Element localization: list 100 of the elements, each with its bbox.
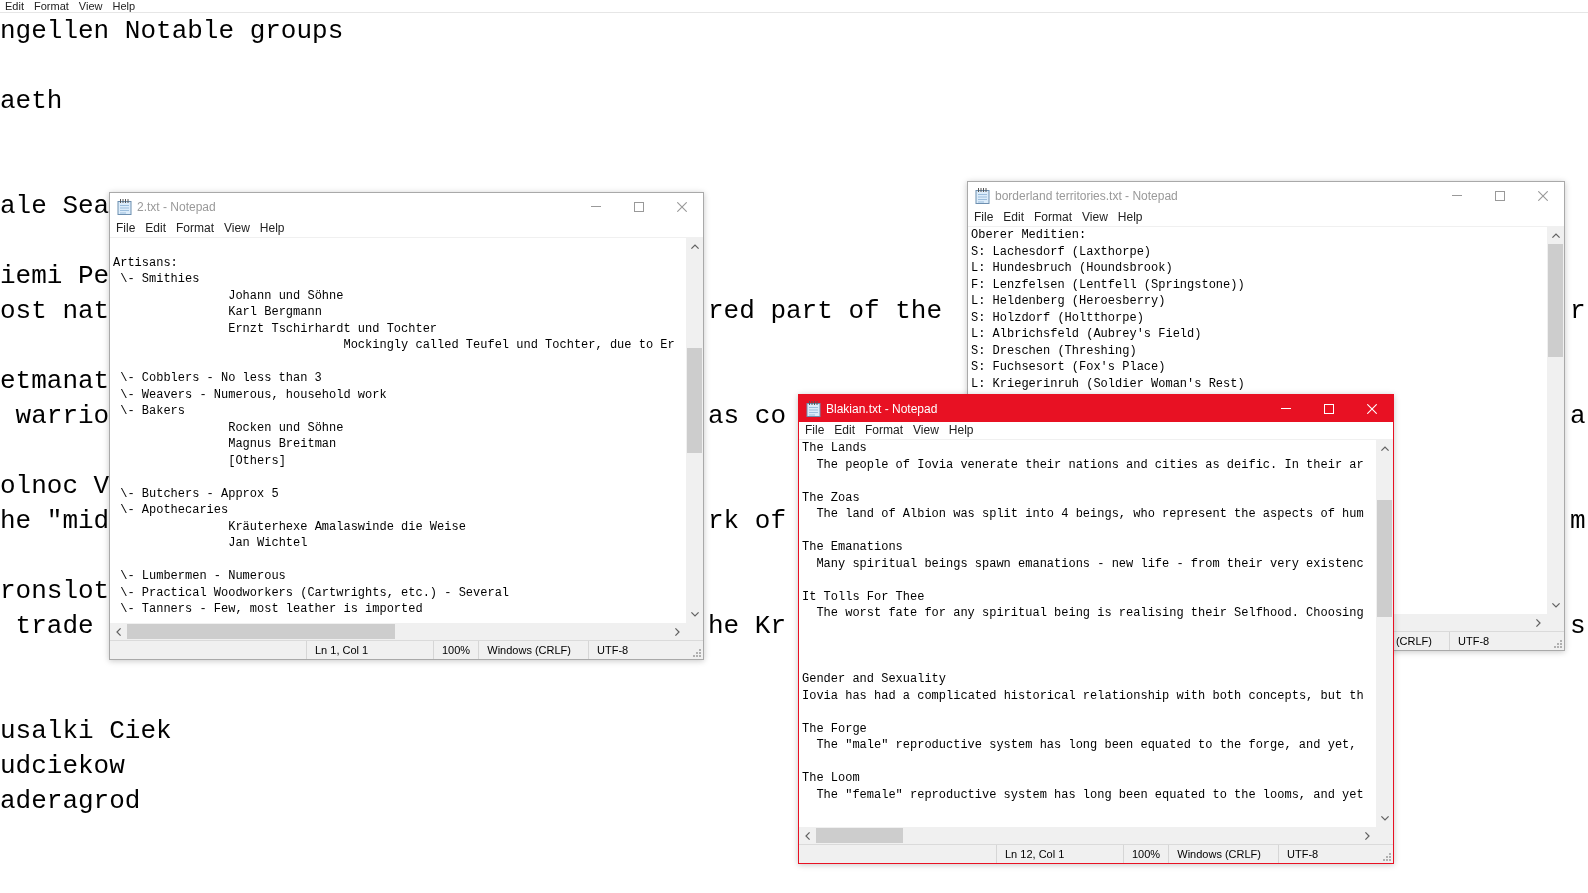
- text-line: as co: [708, 400, 786, 433]
- menu-item[interactable]: Format: [28, 0, 74, 12]
- text-line: The "male" reproductive system has long been equated to the forge, and yet,: [816, 737, 1357, 754]
- text-line: olnoc V: [0, 470, 110, 503]
- text-line: aderagrod: [0, 785, 141, 818]
- menu-item[interactable]: Format: [860, 422, 909, 439]
- text-line: Kräuterhexe Amalaswinde die Weise: [228, 518, 466, 535]
- text-line: iemi Pe: [0, 260, 110, 293]
- text-line: he Kr: [708, 610, 786, 643]
- text-line: \- Apothecaries: [120, 502, 229, 519]
- resize-grip-icon: [1554, 640, 1562, 648]
- chevron-up-icon: [1551, 233, 1560, 238]
- menu-item[interactable]: View: [1077, 209, 1113, 226]
- close-icon: [676, 201, 687, 212]
- text-line: \- Lumbermen - Numerous: [120, 568, 286, 585]
- text-line: S: Lachesdorf (Laxthorpe): [971, 243, 1152, 260]
- minimize-icon: [590, 206, 601, 207]
- text-line: The Emanations: [802, 539, 903, 556]
- text-line: F: Lenzfelsen (Lentfell (Springstone)): [971, 276, 1245, 293]
- status-text: 100%: [442, 644, 471, 656]
- text-line: \- Practical Woodworkers (Cartwrights, etc.) - Several: [120, 584, 510, 601]
- text-line: Gender and Sexuality: [802, 671, 947, 688]
- text-line: a: [1570, 400, 1586, 433]
- menu-item[interactable]: Help: [943, 422, 979, 439]
- status-text: UTF-8: [1458, 635, 1490, 647]
- scroll-thumb[interactable]: [816, 828, 903, 843]
- text-line: etmanat: [0, 365, 110, 398]
- text-line: The Forge: [802, 720, 867, 737]
- maximize-icon: [1323, 403, 1334, 414]
- text-line: red part of the: [708, 295, 943, 328]
- menu-item[interactable]: View: [908, 422, 944, 439]
- menu-item[interactable]: Help: [1112, 209, 1148, 226]
- text-line: It Tolls For Thee: [802, 588, 925, 605]
- menu-item[interactable]: File: [800, 422, 830, 439]
- text-line: trade: [14, 610, 94, 643]
- text-line: L: Hundesbruch (Houndsbrook): [971, 260, 1173, 277]
- text-line: s: [1570, 610, 1586, 643]
- text-line: \- Smithies: [120, 271, 200, 288]
- text-line: L: Heldenberg (Heroesberry): [971, 293, 1166, 310]
- chevron-up-icon: [690, 244, 699, 249]
- status-text: (CRLF): [1395, 635, 1432, 647]
- text-line: Iovia has had a complicated historical relationship with both concepts, but th: [802, 687, 1364, 704]
- text-line: L: Kriegerinruh (Soldier Woman's Rest): [971, 375, 1245, 392]
- chevron-left-icon: [805, 831, 810, 840]
- notebook-icon: [975, 187, 990, 204]
- menu-item[interactable]: File: [111, 220, 141, 237]
- chevron-right-icon: [1536, 618, 1541, 627]
- menu-item[interactable]: Format: [1029, 209, 1078, 226]
- notebook-icon: [806, 400, 821, 417]
- menu-item[interactable]: View: [219, 220, 255, 237]
- maximize-icon: [633, 201, 644, 212]
- menu-item[interactable]: Edit: [140, 220, 172, 237]
- text-line: Karl Bergmann: [228, 304, 322, 321]
- scroll-thumb[interactable]: [1377, 500, 1392, 617]
- text-line: Many spiritual beings spawn emanations - new life - from their very existenc: [816, 555, 1364, 572]
- status-text: Windows (CRLF): [1177, 848, 1261, 860]
- text-line: The Lands: [802, 440, 867, 457]
- text-line: r: [1570, 295, 1586, 328]
- text-line: The "female" reproductive system has long been equated to the looms, and yet: [816, 786, 1364, 803]
- window-title: Blakian.txt - Notepad: [826, 401, 939, 416]
- text-line: ost nat: [0, 295, 110, 328]
- menu-item[interactable]: View: [73, 0, 108, 12]
- chevron-right-icon: [1365, 831, 1370, 840]
- text-line: \- Bakers: [120, 403, 185, 420]
- menu-item[interactable]: Help: [107, 0, 141, 12]
- minimize-icon: [1451, 195, 1462, 196]
- text-line: [Others]: [228, 452, 286, 469]
- status-text: Ln 1, Col 1: [315, 644, 369, 656]
- text-line: \- Weavers - Numerous, household work: [120, 386, 387, 403]
- text-line: aeth: [0, 85, 63, 118]
- text-line: S: Fuchsesort (Fox's Place): [971, 359, 1166, 376]
- menu-item[interactable]: Edit: [998, 209, 1030, 226]
- text-line: udciekow: [0, 750, 125, 783]
- menu-item[interactable]: Edit: [829, 422, 861, 439]
- chevron-down-icon: [1551, 603, 1560, 608]
- chevron-down-icon: [1380, 816, 1389, 821]
- minimize-icon: [1280, 408, 1291, 409]
- status-text: 100%: [1132, 848, 1161, 860]
- notebook-icon: [117, 198, 132, 215]
- text-line: \- Cobblers - No less than 3: [120, 370, 322, 387]
- window-title: borderland territories.txt - Notepad: [995, 188, 1179, 203]
- chevron-up-icon: [1380, 446, 1389, 451]
- chevron-right-icon: [675, 627, 680, 636]
- menu-item[interactable]: Format: [171, 220, 220, 237]
- scroll-thumb[interactable]: [1548, 244, 1563, 357]
- text-line: Ernzt Tschirhardt und Tochter: [228, 320, 438, 337]
- text-line: he "mid: [0, 505, 110, 538]
- status-text: UTF-8: [597, 644, 629, 656]
- text-line: ale Sea: [0, 190, 110, 223]
- menu-item[interactable]: File: [969, 209, 999, 226]
- window-title: 2.txt - Notepad: [137, 199, 217, 214]
- text-line: usalki Ciek: [0, 715, 172, 748]
- status-text: Windows (CRLF): [487, 644, 571, 656]
- menu-item[interactable]: Edit: [0, 0, 29, 12]
- text-line: warrio: [14, 400, 110, 433]
- resize-grip-icon: [693, 649, 701, 657]
- menu-item[interactable]: Help: [254, 220, 290, 237]
- scroll-thumb[interactable]: [687, 348, 702, 453]
- maximize-icon: [1494, 190, 1505, 201]
- scroll-thumb[interactable]: [127, 624, 395, 639]
